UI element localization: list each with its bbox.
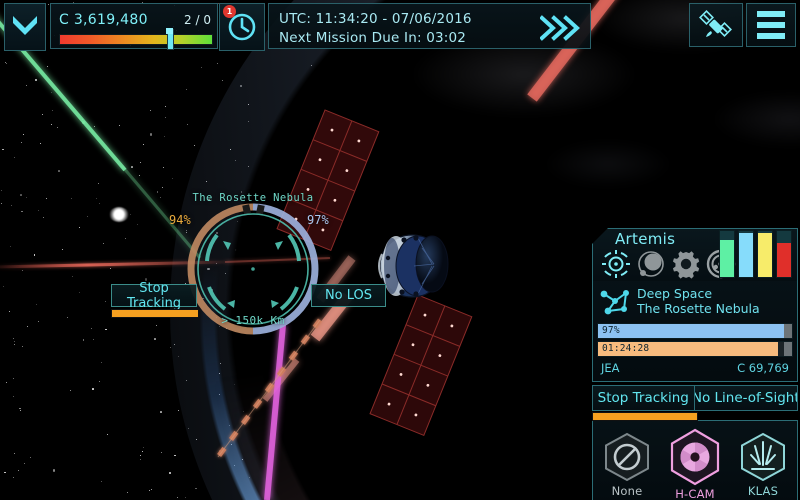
- mission-progress-fill: [598, 323, 787, 338]
- tab-no-line-of-sight[interactable]: No Line-of-Sight: [693, 384, 798, 411]
- targeting-reticle-icon[interactable]: [601, 249, 631, 279]
- resource-bar-data: [738, 230, 754, 278]
- resource-bar-fuel: [757, 230, 773, 278]
- reputation-bar: [59, 27, 213, 50]
- game-viewport: C 3,619,480 2 / 0 1 UTC: 11:34:20 - 07/0…: [0, 0, 800, 500]
- laser-burst-icon: [741, 432, 785, 482]
- target-type-label: Deep Space: [637, 286, 713, 301]
- mission-progress-bar: 97%: [597, 322, 793, 339]
- module-none-label: None: [611, 484, 643, 498]
- resource-bars: [719, 230, 792, 278]
- reputation-bar-gradient: [59, 33, 213, 45]
- hamburger-menu-icon: [757, 11, 785, 17]
- main-menu-button[interactable]: [746, 3, 796, 47]
- chevron-down-logo-icon: [13, 16, 37, 35]
- panel-title: Artemis: [615, 230, 676, 248]
- resource-bar-data-fill: [739, 233, 753, 277]
- agency-label: JEA: [601, 360, 620, 375]
- reticle-left-percent: 94%: [169, 213, 191, 227]
- panel-credits-label: C 69,769: [737, 360, 789, 375]
- resource-bar-power: [719, 230, 735, 278]
- mission-time-bar: 01:24:28: [597, 340, 793, 357]
- fast-forward-icon: [540, 15, 580, 41]
- gear-icon[interactable]: [671, 249, 701, 279]
- module-klas[interactable]: KLAS: [732, 431, 794, 498]
- mission-info-box: UTC: 11:34:20 - 07/06/2016 Next Mission …: [268, 3, 591, 49]
- game-logo-button[interactable]: [4, 3, 46, 51]
- hamburger-menu-icon-line3: [757, 33, 785, 39]
- utc-clock-text: UTC: 11:34:20 - 07/06/2016: [279, 10, 472, 27]
- panel-action-tabs: Stop Tracking No Line-of-Sight: [592, 384, 798, 421]
- satellite-icon: [699, 10, 732, 37]
- camera-aperture-icon: [670, 428, 720, 486]
- module-none[interactable]: None: [596, 431, 658, 498]
- top-left-hud: C 3,619,480 2 / 0: [4, 3, 218, 51]
- mission-clock-hud: 1 UTC: 11:34:20 - 07/06/2016 Next Missio…: [219, 3, 591, 51]
- reticle-right-percent: 97%: [307, 213, 329, 227]
- mission-time-nub: [784, 341, 792, 356]
- current-target-row: Deep Space The Rosette Nebula: [597, 285, 793, 321]
- target-name-label: The Rosette Nebula: [637, 300, 760, 316]
- hamburger-menu-icon-line2: [757, 22, 785, 28]
- tab-stop-tracking-progress: [592, 411, 698, 421]
- resource-bar-heat: [776, 230, 792, 278]
- tab-stop-tracking-progress-fill: [593, 412, 697, 420]
- resource-bar-power-fill: [720, 240, 734, 277]
- clock-button[interactable]: 1: [219, 3, 265, 51]
- module-hcam-label: H-CAM: [675, 487, 715, 500]
- no-entry-icon: [605, 432, 649, 482]
- mission-progress-nub: [784, 323, 792, 338]
- panel-meta-row: JEA C 69,769: [597, 357, 793, 377]
- top-right-hud: [689, 3, 796, 47]
- resource-bar-fuel-fill: [758, 233, 772, 277]
- bright-star: [109, 207, 129, 222]
- module-selector: None H-CAM KLAS: [592, 419, 798, 500]
- resource-bar-heat-fill: [777, 242, 791, 277]
- panel-header: Artemis: [592, 228, 798, 281]
- stop-tracking-progress-bar: [111, 309, 199, 318]
- clock-notification-badge: 1: [223, 5, 236, 18]
- module-hcam[interactable]: H-CAM: [664, 428, 726, 500]
- fast-forward-button[interactable]: [540, 15, 582, 41]
- target-reticle[interactable]: The Rosette Nebula 94% 97% > 150k Km: [169, 192, 329, 335]
- credit-amount: C 3,619,480: [59, 11, 148, 28]
- panel-icon-row: [601, 249, 736, 279]
- stop-tracking-world-button[interactable]: Stop Tracking: [111, 281, 197, 311]
- spacecraft-artemis: [378, 234, 449, 298]
- tab-stop-tracking[interactable]: Stop Tracking: [592, 384, 695, 411]
- mission-time-label: 01:24:28: [602, 342, 650, 354]
- satellite-list-button[interactable]: [689, 3, 743, 47]
- panel-body: Deep Space The Rosette Nebula 97% 01:24:…: [592, 281, 798, 382]
- mission-progress-label: 97%: [602, 324, 620, 336]
- stop-tracking-progress-fill: [112, 310, 198, 317]
- credit-ratio: 2 / 0: [184, 12, 211, 27]
- credits-panel: C 3,619,480 2 / 0: [50, 3, 218, 50]
- orbit-icon[interactable]: [636, 249, 666, 279]
- constellation-node-icon: [600, 289, 629, 315]
- next-mission-text: Next Mission Due In: 03:02: [279, 29, 467, 46]
- module-klas-label: KLAS: [747, 484, 779, 498]
- reputation-marker: [165, 27, 174, 50]
- no-los-world-button[interactable]: No LOS: [311, 284, 386, 307]
- satellite-detail-panel: Artemis Deep Space The Rosette Nebula 97…: [592, 228, 798, 500]
- reticle-target-label: The Rosette Nebula: [192, 192, 314, 204]
